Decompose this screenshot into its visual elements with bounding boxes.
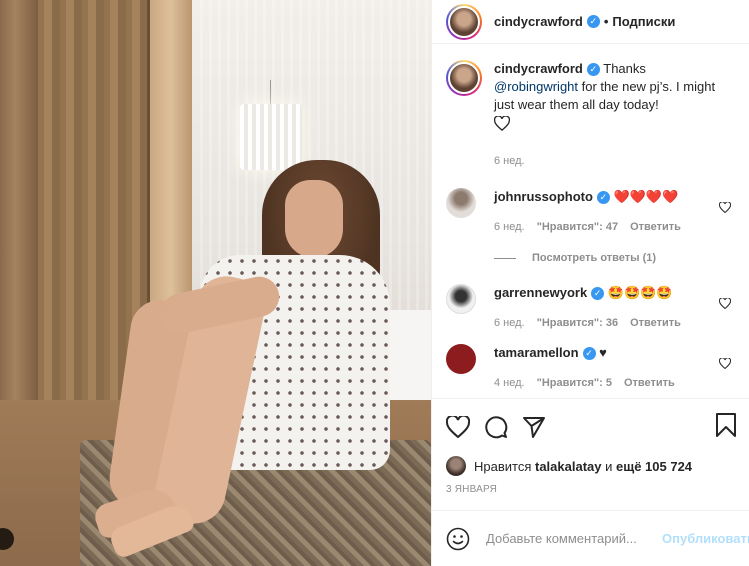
view-replies-button[interactable]: Посмотреть ответы (1) — [494, 252, 735, 264]
smile-icon[interactable] — [446, 527, 470, 551]
photo-person-face — [285, 180, 343, 258]
verified-badge-icon: ✓ — [586, 63, 600, 77]
liker-avatar[interactable] — [446, 456, 466, 476]
caption-text: Thanks — [603, 61, 646, 76]
comment-input[interactable] — [486, 531, 662, 546]
commenter-avatar[interactable] — [446, 188, 476, 218]
photo-lamp — [240, 104, 302, 170]
bookmark-icon[interactable] — [715, 413, 737, 440]
reply-button[interactable]: Ответить — [630, 314, 681, 332]
likes-summary: Нравится talakalatay и ещё 105 724 — [432, 454, 749, 478]
heart-icon[interactable] — [446, 415, 470, 438]
comment-meta: 6 нед. "Нравится": 47 Ответить — [494, 218, 681, 236]
comment-author[interactable]: garrennewyork — [494, 285, 587, 300]
comment-text: ❤️❤️❤️❤️ — [613, 189, 679, 204]
reply-button[interactable]: Ответить — [624, 374, 675, 392]
post-actions-bar — [432, 398, 749, 454]
photo-lamp-cord — [270, 80, 271, 106]
share-icon[interactable] — [522, 415, 546, 439]
post-header: cindycrawford ✓ • Подписки — [432, 0, 749, 44]
likes-prefix: Нравится — [474, 458, 532, 474]
author-avatar[interactable] — [446, 3, 482, 40]
replies-divider — [494, 257, 516, 259]
comment-meta: 4 нед. "Нравится": 5 Ответить — [494, 374, 675, 392]
reply-button[interactable]: Ответить — [630, 218, 681, 236]
comment-item: garrennewyork ✓ 🤩🤩🤩🤩 6 нед. "Нравится": 3… — [446, 284, 735, 332]
author-username[interactable]: cindycrawford — [494, 14, 583, 29]
comment-item: tamaramellon ✓ ♥ 4 нед. "Нравится": 5 Отв… — [446, 344, 735, 392]
verified-badge-icon: ✓ — [586, 15, 600, 28]
comment-likes[interactable]: "Нравится": 47 — [537, 218, 618, 236]
comment-author[interactable]: johnrussophoto — [494, 189, 593, 204]
publish-button[interactable]: Опубликовать — [662, 531, 749, 546]
heart-icon[interactable] — [718, 297, 732, 312]
post-side-panel: cindycrawford ✓ • Подписки cindycrawford… — [431, 0, 749, 566]
liker-username[interactable]: talakalatay — [535, 459, 602, 474]
comment-author[interactable]: tamaramellon — [494, 345, 579, 360]
verified-badge-icon: ✓ — [582, 347, 596, 361]
post-caption: cindycrawford ✓ Thanks @robingwright for … — [446, 60, 735, 170]
comment-item: johnrussophoto ✓ ❤️❤️❤️❤️ 6 нед. "Нравитс… — [446, 188, 735, 236]
view-replies-label: Посмотреть ответы (1) — [532, 252, 657, 264]
likes-conjunction: и — [601, 458, 616, 474]
heart-icon[interactable] — [718, 357, 732, 372]
add-comment-bar: Опубликовать — [432, 510, 749, 566]
caption-body: cindycrawford ✓ Thanks @robingwright for … — [493, 60, 724, 170]
header-separator: • — [603, 14, 609, 29]
comment-icon[interactable] — [484, 415, 508, 439]
caption-avatar[interactable] — [446, 60, 482, 96]
caption-mention-link[interactable]: @robingwright — [494, 79, 578, 94]
comment-time: 6 нед. — [494, 221, 525, 233]
comment-time: 4 нед. — [494, 377, 525, 389]
comment-likes[interactable]: "Нравится": 36 — [537, 314, 618, 332]
comment-text: ♥ — [599, 345, 607, 360]
comment-body: tamaramellon ✓ ♥ 4 нед. "Нравится": 5 Отв… — [494, 344, 675, 392]
comment-meta: 6 нед. "Нравится": 36 Ответить — [494, 314, 681, 332]
following-button[interactable]: Подписки — [612, 14, 675, 29]
comment-body: johnrussophoto ✓ ❤️❤️❤️❤️ 6 нед. "Нравитс… — [494, 188, 681, 236]
commenter-avatar[interactable] — [446, 284, 476, 314]
verified-badge-icon: ✓ — [596, 191, 610, 205]
comments-list[interactable]: cindycrawford ✓ Thanks @robingwright for … — [432, 44, 749, 398]
post-date[interactable]: 3 ЯНВАРЯ — [432, 478, 749, 502]
comment-time: 6 нед. — [494, 317, 525, 329]
comment-body: garrennewyork ✓ 🤩🤩🤩🤩 6 нед. "Нравится": 3… — [494, 284, 681, 332]
likes-others-link[interactable]: ещё 105 724 — [616, 459, 692, 474]
caption-author[interactable]: cindycrawford — [494, 61, 583, 76]
comment-likes[interactable]: "Нравится": 5 — [537, 374, 612, 392]
commenter-avatar[interactable] — [446, 344, 476, 374]
heart-icon[interactable] — [718, 201, 732, 216]
heart-icon — [493, 115, 724, 136]
post-photo[interactable] — [0, 0, 431, 566]
caption-time: 6 нед. — [494, 155, 525, 167]
verified-badge-icon: ✓ — [591, 287, 605, 301]
comment-text: 🤩🤩🤩🤩 — [607, 285, 673, 300]
photo-wood-wall — [0, 0, 38, 400]
instagram-post: cindycrawford ✓ • Подписки cindycrawford… — [0, 0, 749, 566]
